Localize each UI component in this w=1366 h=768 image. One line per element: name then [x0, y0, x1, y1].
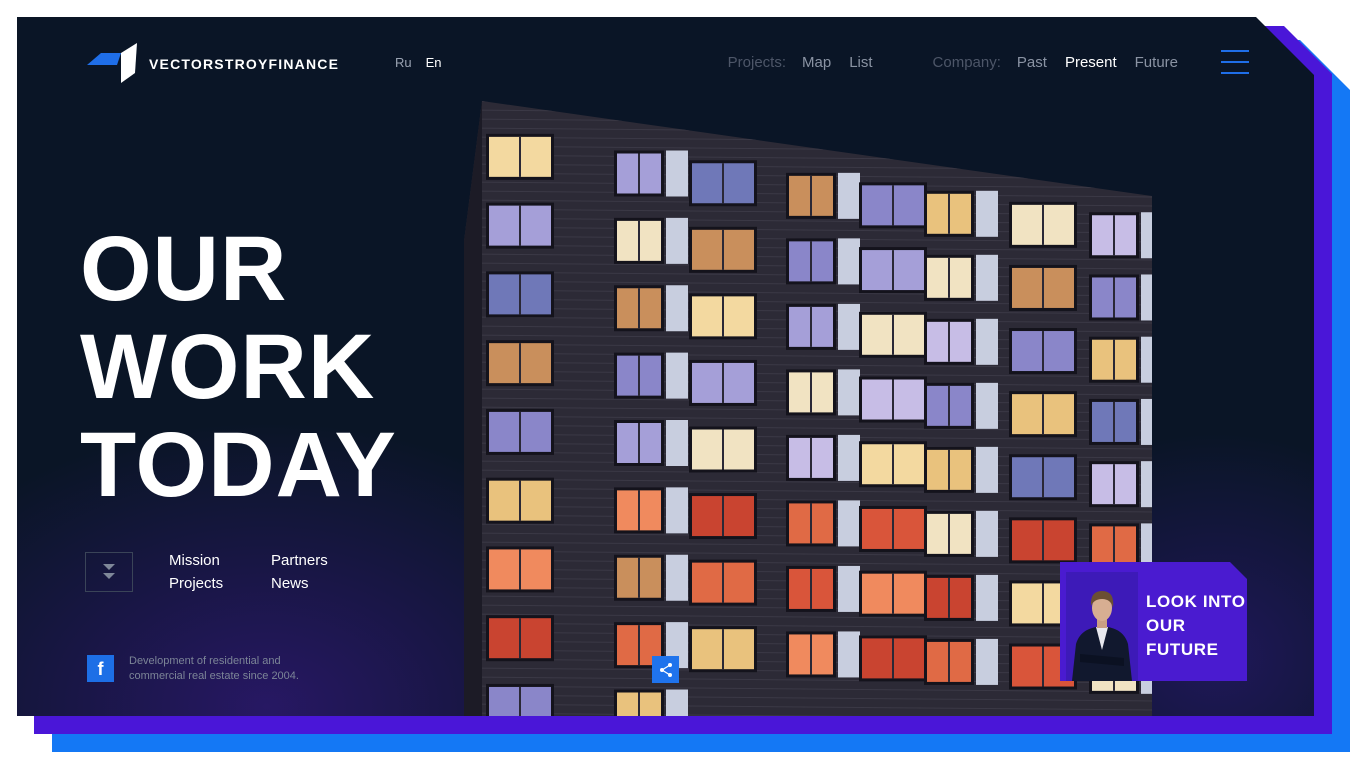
nav-link-map[interactable]: Map	[802, 54, 831, 71]
share-button[interactable]	[652, 656, 679, 683]
logo-mark-icon	[87, 43, 137, 83]
share-icon	[659, 662, 672, 677]
main-nav: Projects: Map List Company: Past Present…	[728, 54, 1178, 71]
building-photo	[464, 101, 1152, 716]
person-photo	[1066, 572, 1138, 681]
link-news[interactable]: News	[271, 575, 371, 592]
facebook-icon[interactable]: f	[87, 655, 114, 682]
cta-line: LOOK INTO	[1146, 592, 1246, 611]
nav-link-future[interactable]: Future	[1135, 54, 1178, 71]
hero-headline: OUR WORK TODAY	[80, 220, 397, 514]
headline-line: OUR	[80, 218, 288, 320]
quick-links: Mission Partners Projects News	[169, 552, 371, 592]
logo[interactable]: VECTORSTROYFINANCE	[87, 43, 339, 85]
cta-line: OUR	[1146, 616, 1186, 635]
language-switcher: Ru En	[395, 55, 442, 70]
link-mission[interactable]: Mission	[169, 552, 271, 569]
nav-link-present[interactable]: Present	[1065, 54, 1117, 71]
video-card[interactable]: LOOK INTO OUR FUTURE	[1060, 562, 1247, 681]
brand-name: VECTORSTROYFINANCE	[149, 56, 340, 72]
nav-company-label: Company:	[932, 54, 1001, 71]
headline-line: WORK	[80, 316, 376, 418]
lang-en[interactable]: En	[426, 55, 442, 70]
hero-panel: VECTORSTROYFINANCE Ru En Projects: Map L…	[17, 17, 1314, 716]
lang-ru[interactable]: Ru	[395, 55, 412, 70]
link-partners[interactable]: Partners	[271, 552, 371, 569]
headline-line: TODAY	[80, 414, 397, 516]
scroll-down-button[interactable]	[85, 552, 133, 592]
hamburger-icon[interactable]	[1221, 50, 1249, 76]
double-chevron-down-icon	[103, 564, 115, 579]
cta-line: FUTURE	[1146, 640, 1219, 659]
video-card-label: LOOK INTO OUR FUTURE	[1146, 590, 1246, 662]
nav-link-past[interactable]: Past	[1017, 54, 1047, 71]
nav-projects-label: Projects:	[727, 54, 787, 71]
link-projects[interactable]: Projects	[169, 575, 271, 592]
nav-link-list[interactable]: List	[849, 54, 872, 71]
company-tagline: Development of residential and commercia…	[129, 655, 299, 682]
